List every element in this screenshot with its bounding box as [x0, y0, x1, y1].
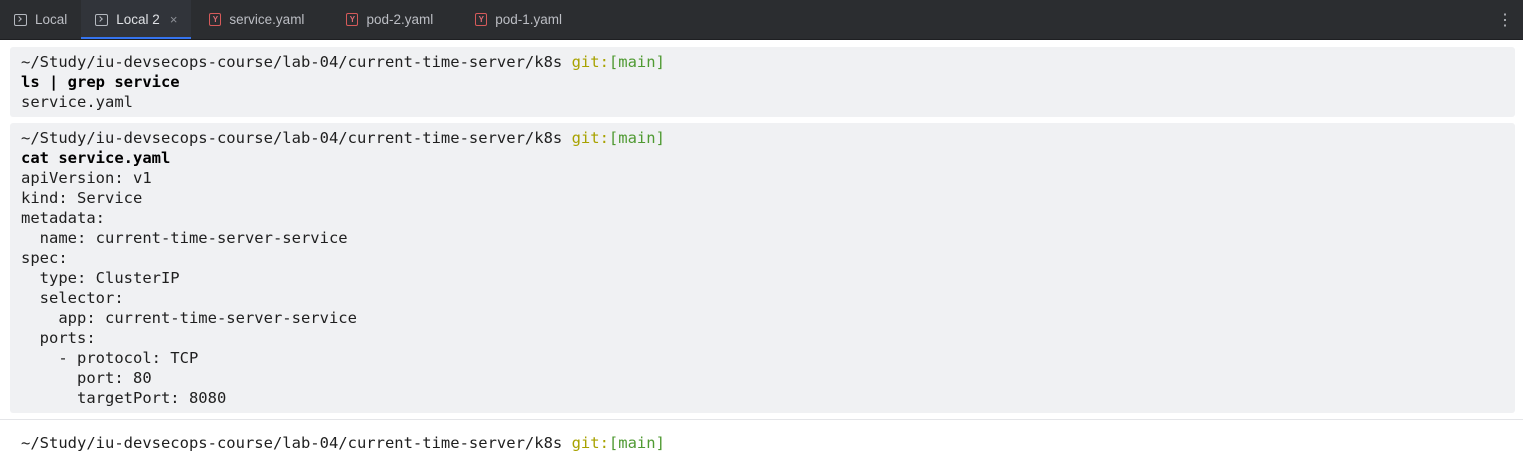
yaml-file-icon: Y — [346, 13, 359, 26]
output-line: service.yaml — [21, 93, 133, 111]
tab-pod-1-yaml[interactable]: Y pod-1.yaml — [457, 0, 586, 39]
terminal-icon — [95, 13, 109, 26]
prompt-path: ~/Study/iu-devsecops-course/lab-04/curre… — [21, 53, 563, 71]
prompt-line: ~/Study/iu-devsecops-course/lab-04/curre… — [21, 128, 1504, 148]
tab-label: pod-2.yaml — [366, 12, 434, 27]
output-line: kind: Service — [21, 189, 143, 207]
tab-label: Local 2 — [116, 12, 160, 27]
yaml-file-icon: Y — [475, 13, 488, 26]
prompt-path: ~/Study/iu-devsecops-course/lab-04/curre… — [21, 129, 563, 147]
prompt-branch: [main] — [608, 53, 665, 71]
tab-local-2[interactable]: Local 2 × — [81, 0, 192, 39]
prompt-git: git: — [571, 129, 609, 147]
tab-label: pod-1.yaml — [495, 12, 563, 27]
output-line: selector: — [21, 289, 124, 307]
prompt-git: git: — [571, 434, 609, 452]
prompt-branch: [main] — [608, 434, 665, 452]
output-line: ports: — [21, 329, 96, 347]
tab-local[interactable]: Local — [0, 0, 81, 39]
output-line: - protocol: TCP — [21, 349, 199, 367]
more-options-icon[interactable]: ⋮ — [1497, 0, 1513, 39]
terminal-tab-bar: Local Local 2 × Y service.yaml Y pod-2.y… — [0, 0, 1523, 40]
close-icon[interactable]: × — [170, 12, 178, 27]
tab-service-yaml[interactable]: Y service.yaml — [191, 0, 328, 39]
active-prompt[interactable]: ~/Study/iu-devsecops-course/lab-04/curre… — [0, 420, 1523, 453]
tab-label: Local — [35, 12, 68, 27]
terminal-icon — [14, 13, 27, 26]
prompt-line: ~/Study/iu-devsecops-course/lab-04/curre… — [21, 52, 1504, 72]
output-line: name: current-time-server-service — [21, 229, 348, 247]
prompt-path: ~/Study/iu-devsecops-course/lab-04/curre… — [21, 434, 563, 452]
prompt-branch: [main] — [608, 129, 665, 147]
tab-pod-2-yaml[interactable]: Y pod-2.yaml — [328, 0, 457, 39]
command-text: cat service.yaml — [21, 149, 171, 167]
output-line: targetPort: 8080 — [21, 389, 227, 407]
output-line: app: current-time-server-service — [21, 309, 357, 327]
tab-label: service.yaml — [229, 12, 305, 27]
terminal-output[interactable]: ~/Study/iu-devsecops-course/lab-04/curre… — [0, 40, 1523, 453]
command-block[interactable]: ~/Study/iu-devsecops-course/lab-04/curre… — [10, 47, 1515, 117]
output-line: spec: — [21, 249, 68, 267]
prompt-git: git: — [571, 53, 609, 71]
output-line: port: 80 — [21, 369, 152, 387]
output-line: metadata: — [21, 209, 105, 227]
command-text: ls | grep service — [21, 73, 180, 91]
output-line: type: ClusterIP — [21, 269, 180, 287]
output-line: apiVersion: v1 — [21, 169, 152, 187]
yaml-file-icon: Y — [209, 13, 222, 26]
command-block[interactable]: ~/Study/iu-devsecops-course/lab-04/curre… — [10, 123, 1515, 413]
